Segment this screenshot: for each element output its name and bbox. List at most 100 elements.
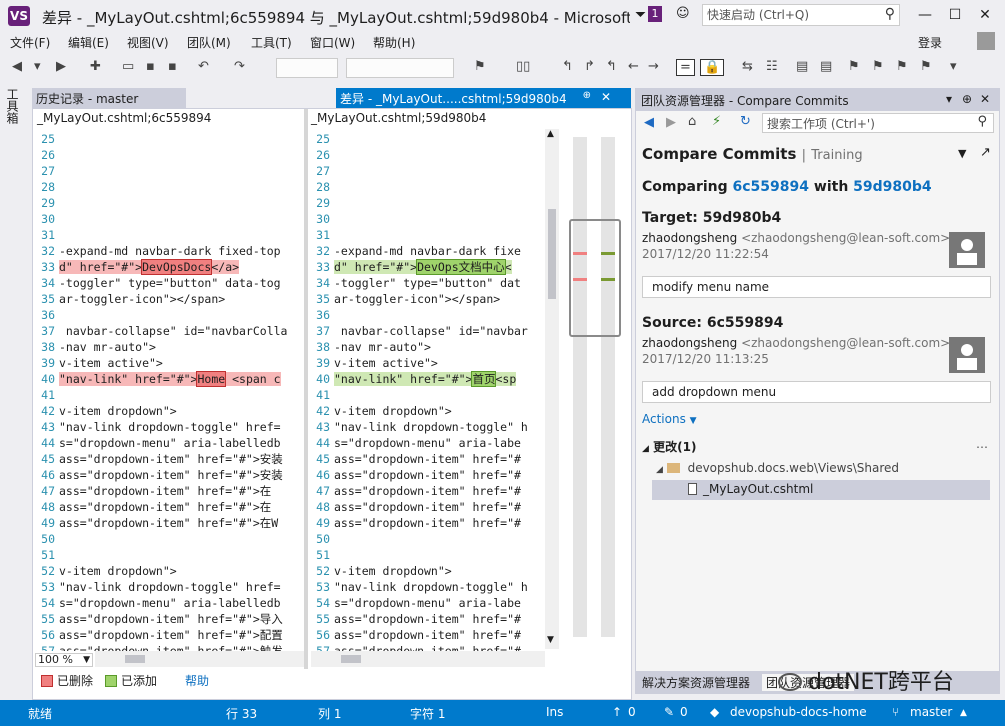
next-bookmark-icon[interactable]: ⚑ [872, 59, 884, 74]
hscroll-thumb[interactable] [125, 655, 145, 663]
line-number: 43 [41, 420, 55, 434]
connect-icon[interactable]: ⚡ [712, 114, 721, 129]
toolbar-overflow-icon[interactable]: ▾ [950, 59, 957, 74]
right-code-pane[interactable]: 25 26 27 28 29 30 31 32 -expand-md navbar-dark f… [308, 131, 540, 651]
zoom-combo[interactable]: 100 % ▼ [35, 653, 93, 667]
menu-edit[interactable]: 编辑(E) [68, 34, 109, 51]
close-tab-icon[interactable]: ✕ [601, 90, 611, 104]
tab-solution-explorer[interactable]: 解决方案资源管理器 [642, 674, 750, 691]
arrow-right-icon[interactable]: → [648, 59, 659, 74]
home-icon[interactable]: ⌂ [688, 114, 696, 129]
more-options-icon[interactable]: … [976, 437, 988, 451]
find-icon[interactable]: ⚑ [474, 59, 486, 74]
prev-change-icon[interactable]: ↰ [562, 59, 573, 74]
redo-icon[interactable]: ↷ [234, 59, 245, 74]
page-menu-icon[interactable]: ▼ [958, 147, 966, 160]
help-link[interactable]: 帮助 [185, 672, 209, 689]
close-panel-icon[interactable]: ✕ [980, 92, 990, 106]
notification-badge[interactable]: 1 [648, 6, 662, 22]
menu-window[interactable]: 窗口(W) [310, 34, 355, 51]
uncomment-icon[interactable]: ▤ [820, 59, 832, 74]
menu-file[interactable]: 文件(F) [10, 34, 50, 51]
quick-launch-input[interactable]: 快速启动 (Ctrl+Q) ⚲ [702, 4, 900, 26]
folder-node[interactable]: ◢ devopshub.docs.web\Views\Shared [656, 461, 899, 475]
branch-icon[interactable]: ⑂ [892, 705, 899, 719]
work-item-search-input[interactable]: 搜索工作项 (Ctrl+') ⚲ [762, 113, 994, 133]
commit-b-link[interactable]: 59d980b4 [853, 179, 932, 195]
collapse-icon[interactable]: ◢ [656, 465, 663, 475]
branch-name[interactable]: master [910, 705, 952, 719]
repo-name[interactable]: devopshub-docs-home [730, 705, 867, 719]
solution-platform-combo[interactable] [346, 58, 454, 78]
account-avatar-icon[interactable] [977, 32, 995, 50]
next-change-icon[interactable]: ↱ [584, 59, 595, 74]
left-horizontal-scrollbar[interactable] [95, 651, 304, 667]
overview-right-lane [601, 137, 615, 637]
forward-icon[interactable]: ▶ [56, 59, 66, 74]
chevron-up-icon[interactable]: ▲ [960, 708, 967, 718]
menu-help[interactable]: 帮助(H) [373, 34, 415, 51]
swap-icon[interactable]: ⇆ [742, 59, 753, 74]
comment-icon[interactable]: ▤ [796, 59, 808, 74]
pin-icon[interactable]: ⊕ [583, 90, 591, 101]
scroll-thumb[interactable] [548, 209, 556, 299]
inline-mode-icon[interactable]: = [676, 59, 695, 76]
push-icon[interactable]: ↑ [612, 705, 622, 719]
refresh-icon[interactable]: ↻ [740, 114, 751, 129]
changes-section[interactable]: ◢ 更改(1) [642, 438, 696, 455]
hscroll-thumb[interactable] [341, 655, 361, 663]
panel-menu-icon[interactable]: ▾ [946, 92, 952, 106]
prev-bookmark-icon[interactable]: ⚑ [896, 59, 908, 74]
menu-view[interactable]: 视图(V) [127, 34, 169, 51]
pending-count[interactable]: 0 [680, 705, 688, 719]
solution-config-combo[interactable] [276, 58, 338, 78]
vertical-scrollbar[interactable]: ▲ ▼ [545, 129, 559, 649]
diff-mode-icon[interactable]: ▯▯ [516, 59, 530, 74]
lock-icon[interactable]: 🔒 [700, 59, 725, 76]
open-file-icon[interactable]: ▭ [122, 59, 134, 74]
source-message[interactable]: add dropdown menu [642, 381, 991, 403]
menu-team[interactable]: 团队(M) [187, 34, 231, 51]
pin-icon[interactable]: ⊕ [962, 92, 972, 106]
minimize-button[interactable]: — [912, 4, 938, 26]
code-text: v-item dropdown"> [334, 564, 452, 578]
sync-scroll-icon[interactable]: ☷ [766, 59, 778, 74]
menu-tools[interactable]: 工具(T) [251, 34, 292, 51]
actions-menu[interactable]: Actions ▼ [642, 412, 697, 426]
overview-viewport-frame[interactable] [569, 219, 621, 337]
back-icon[interactable]: ◀ [12, 59, 22, 74]
toolbox-strip[interactable]: 工具箱 [4, 84, 26, 704]
arrow-left-icon[interactable]: ← [628, 59, 639, 74]
repo-icon[interactable]: ◆ [710, 705, 719, 719]
close-button[interactable]: ✕ [972, 4, 998, 26]
open-in-new-icon[interactable]: ↗ [980, 145, 991, 160]
first-change-icon[interactable]: ↰ [606, 59, 617, 74]
code-line: 30 [33, 211, 304, 227]
push-count[interactable]: 0 [628, 705, 636, 719]
forward-icon[interactable]: ▶ [666, 115, 676, 130]
scroll-up-icon[interactable]: ▲ [547, 129, 554, 139]
scroll-down-icon[interactable]: ▼ [547, 635, 554, 645]
collapse-icon[interactable]: ◢ [642, 444, 649, 454]
right-horizontal-scrollbar[interactable] [311, 651, 545, 667]
pencil-icon[interactable]: ✎ [664, 705, 674, 719]
feedback-icon[interactable]: ☺ [676, 6, 690, 21]
commit-a-link[interactable]: 6c559894 [733, 179, 810, 195]
sign-in-link[interactable]: 登录 [918, 34, 942, 51]
left-code-pane[interactable]: 25 26 27 28 29 30 31 32 -expand-md navbar-dark f… [33, 131, 304, 651]
undo-icon[interactable]: ↶ [198, 59, 209, 74]
target-message[interactable]: modify menu name [642, 276, 991, 298]
clear-bookmarks-icon[interactable]: ⚑ [920, 59, 932, 74]
dropdown-arrow-icon[interactable]: ▾ [34, 59, 41, 74]
tab-history[interactable]: 历史记录 - master [32, 88, 186, 108]
file-node[interactable]: _MyLayOut.cshtml [652, 480, 990, 500]
save-all-icon[interactable]: ▪ [168, 59, 177, 74]
maximize-button[interactable]: ☐ [942, 4, 968, 26]
filter-icon[interactable]: ⏷ [635, 7, 646, 23]
back-icon[interactable]: ◀ [644, 115, 654, 130]
tab-diff[interactable]: 差异 - _MyLayOut.....cshtml;59d980b4 ⊕ ✕ [336, 88, 631, 108]
diff-overview-margin[interactable] [567, 129, 629, 649]
new-project-icon[interactable]: ✚ [90, 59, 101, 74]
bookmark-icon[interactable]: ⚑ [848, 59, 860, 74]
save-icon[interactable]: ▪ [146, 59, 155, 74]
